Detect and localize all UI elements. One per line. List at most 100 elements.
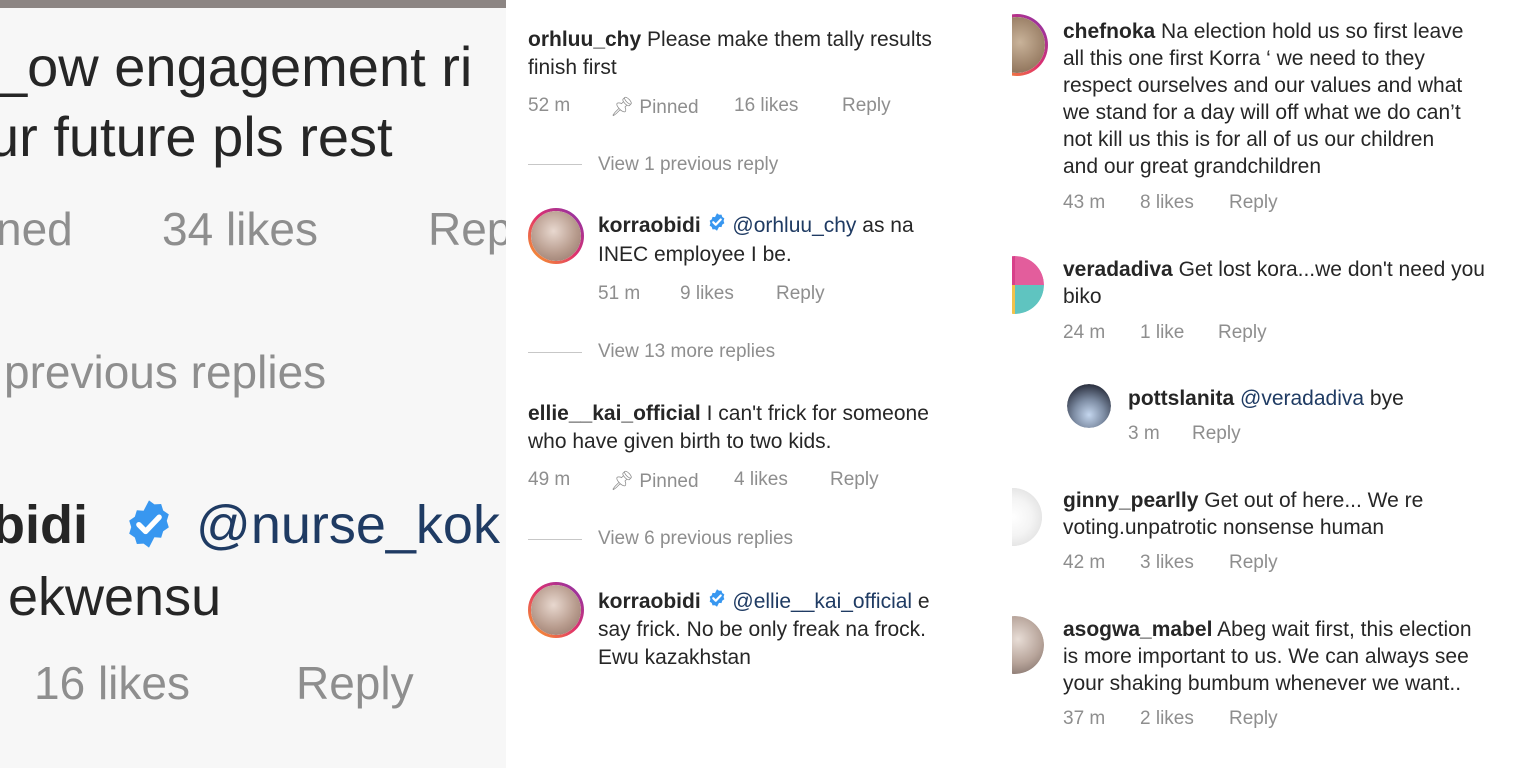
view-replies-button[interactable]: View 6 previous replies [598, 528, 793, 550]
view-previous-replies[interactable]: previous replies [4, 345, 326, 399]
reply-text: ekwensu [8, 567, 222, 627]
thread-line [528, 352, 582, 353]
comment-text: I can't frick for someone [706, 402, 929, 425]
comment-line: ginny_pearlly Get out of here... We re [1063, 487, 1423, 514]
comments-panel-right: chefnoka Na election hold us so first le… [1012, 0, 1536, 768]
comment-time: 52 m [528, 95, 571, 116]
reply-button[interactable]: Reply [296, 656, 414, 710]
comment-time: 49 m [528, 469, 571, 490]
avatar[interactable] [1012, 616, 1044, 674]
reply-username[interactable]: korraobidi [598, 590, 701, 613]
reply-text: bye [1369, 387, 1404, 410]
reply-line: pottslanita @veradadiva bye [1128, 385, 1404, 412]
reply-time: 51 m [598, 283, 641, 304]
comment-username[interactable]: chefnoka [1063, 20, 1155, 43]
comment-line: asogwa_mabel Abeg wait first, this elect… [1063, 616, 1472, 643]
avatar[interactable] [528, 208, 584, 264]
reply-button[interactable]: Reply [1218, 322, 1267, 344]
reply-line: korraobidi @orhluu_chy as na [598, 212, 914, 240]
comment-line: ellie__kai_official I can't frick for so… [528, 400, 929, 428]
comment-username[interactable]: ellie__kai_official [528, 402, 701, 425]
comment-username[interactable]: ginny_pearlly [1063, 489, 1198, 512]
comment-text: Please make them tally results [647, 28, 932, 51]
reply-button[interactable]: Reply [1229, 192, 1278, 214]
comment-line: veradadiva Get lost kora...we don't need… [1063, 256, 1485, 283]
avatar[interactable] [528, 582, 584, 638]
likes-count[interactable]: 8 likes [1140, 192, 1194, 214]
comment-text: biko [1063, 285, 1102, 308]
comment-time: 43 m [1063, 192, 1106, 213]
comment-text: respect ourselves and our values and wha… [1063, 74, 1463, 97]
top-bar [0, 0, 506, 8]
comment-text: voting.unpatrotic nonsense human [1063, 516, 1385, 539]
reply-button[interactable]: Reply [776, 283, 825, 305]
reply-button[interactable]: Reply [1229, 552, 1278, 574]
pinned-label: ned [0, 203, 73, 255]
pin-icon: 📌︎ [610, 471, 635, 492]
comments-panel-middle: orhluu_chy Please make them tally result… [506, 0, 1006, 768]
verified-badge-icon [122, 497, 176, 556]
comment-text: finish first [528, 56, 617, 79]
likes-count[interactable]: 2 likes [1140, 708, 1194, 730]
pinned-label: 📌︎ Pinned [610, 97, 699, 118]
comment-time: 37 m [1063, 708, 1106, 729]
view-replies-button[interactable]: View 1 previous reply [598, 154, 778, 176]
reply-text: as na [862, 214, 914, 237]
comment-text: Abeg wait first, this election [1217, 618, 1472, 641]
pinned-label: 📌︎ Pinned [610, 471, 699, 492]
reply-button[interactable]: Reply [830, 469, 879, 491]
comment-line-2: ur future pls rest [0, 105, 393, 168]
reply-text: say frick. No be only freak na frock. [598, 618, 926, 641]
comment-time: 24 m [1063, 322, 1106, 343]
comment-text: we stand for a day will off what we do c… [1063, 101, 1461, 124]
username[interactable]: bidi [0, 494, 88, 556]
comment-text: Get lost kora...we don't need you [1178, 258, 1485, 281]
comment-line: orhluu_chy Please make them tally result… [528, 26, 932, 54]
comment-text: and our great grandchildren [1063, 155, 1322, 178]
reply-button[interactable]: Reply [842, 95, 891, 117]
reply-line: korraobidi @ellie__kai_official e [598, 588, 930, 616]
reply-username[interactable]: pottslanita [1128, 387, 1234, 410]
comment-text: your shaking bumbum whenever we want.. [1063, 672, 1462, 695]
reply-text: INEC employee I be. [598, 243, 792, 266]
likes-count[interactable]: 1 like [1140, 322, 1184, 344]
comment-text: Get out of here... We re [1204, 489, 1424, 512]
verified-badge-icon [707, 212, 727, 240]
reply-username[interactable]: korraobidi [598, 214, 701, 237]
comment-username[interactable]: veradadiva [1063, 258, 1173, 281]
comment-time: 42 m [1063, 552, 1106, 573]
thread-line [528, 164, 582, 165]
mention-link[interactable]: @nurse_kok [196, 494, 500, 556]
verified-badge-icon [707, 588, 727, 616]
avatar[interactable] [1012, 14, 1048, 76]
likes-count[interactable]: 4 likes [734, 469, 788, 491]
mention-link[interactable]: @ellie__kai_official [732, 590, 912, 613]
comment-text: not kill us this is for all of us our ch… [1063, 128, 1435, 151]
pin-icon: 📌︎ [610, 97, 635, 118]
zoomed-comment-panel: _ow engagement ri ur future pls rest ned… [0, 0, 506, 768]
comment-text: is more important to us. We can always s… [1063, 645, 1469, 668]
reply-button[interactable]: Reply [1229, 708, 1278, 730]
mention-link[interactable]: @orhluu_chy [732, 214, 856, 237]
comment-line: chefnoka Na election hold us so first le… [1063, 18, 1463, 45]
comment-text: all this one first Korra ‘ we need to th… [1063, 47, 1425, 70]
reply-button[interactable]: Rep [428, 202, 506, 256]
view-replies-button[interactable]: View 13 more replies [598, 341, 775, 363]
default-avatar-icon[interactable] [1012, 488, 1042, 546]
mention-link[interactable]: @veradadiva [1240, 387, 1364, 410]
avatar[interactable] [1067, 384, 1111, 428]
comment-text: who have given birth to two kids. [528, 430, 832, 453]
comment-line-1: _ow engagement ri [0, 35, 473, 98]
avatar[interactable] [1012, 256, 1044, 314]
likes-count[interactable]: 16 likes [734, 95, 798, 117]
reply-button[interactable]: Reply [1192, 423, 1241, 445]
likes-count[interactable]: 34 likes [162, 202, 318, 256]
comment-username[interactable]: orhluu_chy [528, 28, 641, 51]
thread-line [528, 539, 582, 540]
comment-username[interactable]: asogwa_mabel [1063, 618, 1212, 641]
reply-text: Ewu kazakhstan [598, 646, 751, 669]
likes-count[interactable]: 3 likes [1140, 552, 1194, 574]
likes-count[interactable]: 9 likes [680, 283, 734, 305]
reply-text: e [917, 590, 930, 613]
likes-count[interactable]: 16 likes [34, 656, 190, 710]
